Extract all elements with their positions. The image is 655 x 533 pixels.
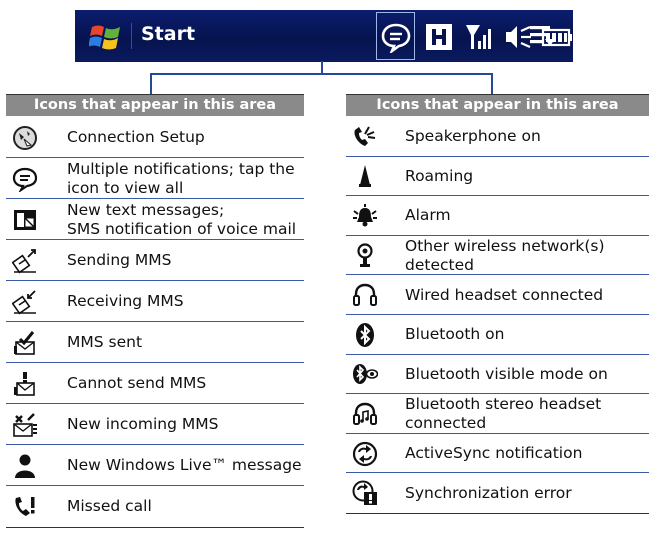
new-incoming-mms-icon: [13, 412, 37, 437]
row-label: New incoming MMS: [67, 415, 219, 433]
left-icon-table: Icons that appear in this area Connectio…: [6, 94, 304, 530]
hsdpa-icon[interactable]: [424, 21, 454, 53]
row-label: Bluetooth stereo headset connected: [405, 394, 602, 432]
icon-table-row: Cannot send MMS: [6, 363, 304, 404]
connection-setup-icon: [13, 125, 37, 150]
icon-table-row: Missed call: [6, 486, 304, 527]
wired-headset-icon: [353, 283, 377, 307]
windows-start-icon[interactable]: [89, 22, 123, 52]
row-label: Connection Setup: [67, 128, 205, 146]
icon-table-row: Receiving MMS: [6, 281, 304, 322]
icon-table-row: New incoming MMS: [6, 404, 304, 445]
sending-mms-icon: [12, 248, 36, 273]
icon-table-row: Bluetooth on: [346, 315, 649, 355]
row-label: ActiveSync notification: [405, 444, 583, 463]
row-label: Cannot send MMS: [67, 374, 207, 392]
title-separator: [131, 23, 132, 49]
row-label: Synchronization error: [405, 483, 572, 502]
connector-line: [150, 73, 493, 75]
row-label: Bluetooth on: [405, 325, 505, 344]
right-table-header: Icons that appear in this area: [346, 94, 649, 116]
row-label: Bluetooth visible mode on: [405, 364, 608, 383]
connector-line: [491, 73, 493, 95]
right-icon-table: Icons that appear in this area Speakerph…: [346, 94, 649, 524]
row-label: Alarm: [405, 206, 451, 225]
windows-live-message-icon: [15, 454, 35, 478]
table-bottom-rule: [346, 513, 649, 514]
icon-table-row: MMS sent: [6, 322, 304, 363]
title-bar: Start: [75, 10, 573, 62]
icon-table-row: New Windows Live™ message: [6, 445, 304, 486]
new-text-messages-icon: [14, 209, 36, 230]
signal-strength-icon[interactable]: [464, 21, 494, 53]
icon-table-row: New text messages; SMS notification of v…: [6, 199, 304, 240]
row-label: Roaming: [405, 166, 474, 185]
bluetooth-visible-icon: [353, 364, 378, 385]
multiple-notifications-icon: [12, 167, 38, 192]
icon-table-row: Wired headset connected: [346, 275, 649, 315]
notification-bubble-icon[interactable]: [380, 21, 412, 53]
sync-error-icon: [352, 480, 377, 506]
row-label: Sending MMS: [67, 251, 172, 269]
cannot-send-mms-icon: [14, 371, 35, 396]
icon-table-row: ActiveSync notification: [346, 434, 649, 474]
row-label: New Windows Live™ message: [67, 456, 302, 474]
overflow-menu-icon[interactable]: [528, 22, 560, 52]
row-label: Other wireless network(s) detected: [405, 236, 605, 274]
row-label: MMS sent: [67, 333, 143, 351]
icon-table-row: Multiple notifications; tap the icon to …: [6, 158, 304, 199]
bluetooth-stereo-headset-icon: [353, 402, 377, 425]
row-label: New text messages; SMS notification of v…: [67, 200, 297, 238]
icon-table-row: Connection Setup: [6, 117, 304, 158]
alarm-icon: [353, 203, 377, 227]
roaming-icon: [359, 165, 371, 188]
row-label: Receiving MMS: [67, 292, 184, 310]
connector-line: [150, 73, 152, 95]
table-bottom-rule: [6, 527, 304, 528]
icon-table-row: Sending MMS: [6, 240, 304, 281]
row-label: Speakerphone on: [405, 127, 541, 146]
activesync-icon: [352, 441, 378, 466]
row-label: Wired headset connected: [405, 285, 604, 304]
speakerphone-icon: [354, 126, 376, 146]
start-label[interactable]: Start: [141, 23, 195, 45]
icon-table-row: Speakerphone on: [346, 117, 649, 157]
icon-table-row: Alarm: [346, 196, 649, 236]
mms-sent-icon: [14, 330, 35, 355]
wireless-network-icon: [357, 242, 373, 267]
icon-table-row: Other wireless network(s) detected: [346, 236, 649, 276]
left-table-header: Icons that appear in this area: [6, 94, 304, 116]
bluetooth-icon: [356, 322, 374, 347]
row-label: Multiple notifications; tap the icon to …: [67, 159, 295, 197]
receiving-mms-icon: [12, 289, 36, 314]
icon-table-row: Bluetooth visible mode on: [346, 355, 649, 395]
row-label: Missed call: [67, 497, 152, 515]
icon-table-row: Synchronization error: [346, 473, 649, 513]
icon-table-row: Bluetooth stereo headset connected: [346, 394, 649, 434]
icon-table-row: Roaming: [346, 157, 649, 197]
missed-call-icon: [15, 496, 35, 516]
